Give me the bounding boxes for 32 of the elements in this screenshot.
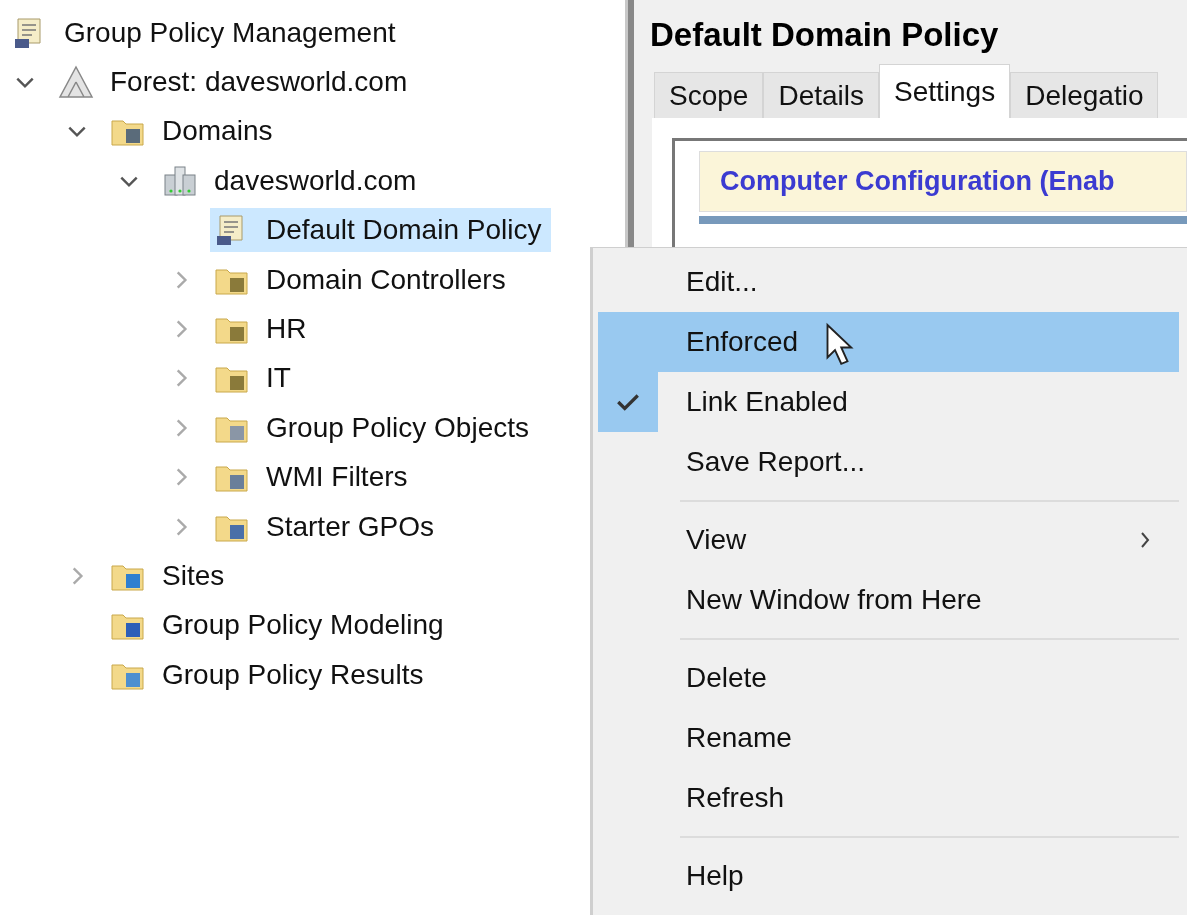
tree-item[interactable]: Starter GPOs (210, 504, 445, 549)
tab[interactable]: Details (763, 72, 879, 118)
triangle-icon (58, 64, 94, 101)
tree-item[interactable]: Group Policy Objects (210, 405, 539, 450)
menu-item[interactable]: Rename (598, 708, 1179, 768)
tree-item[interactable]: Domains (106, 109, 283, 154)
tree-item[interactable]: Forest: davesworld.com (54, 60, 418, 105)
menu-item[interactable]: Save Report... (598, 432, 1179, 492)
tree-item[interactable]: Default Domain Policy (210, 208, 552, 253)
menu-item[interactable]: Link Enabled (598, 372, 1179, 432)
details-title: Default Domain Policy (649, 16, 1000, 54)
mouse-pointer-icon (825, 322, 855, 368)
tab[interactable]: Delegatio (1010, 72, 1159, 118)
tree-item[interactable]: Group Policy Results (106, 652, 434, 697)
menu-item[interactable]: Refresh (598, 768, 1179, 828)
report-heading: Computer Configuration (Enab (699, 151, 1187, 212)
tab[interactable]: Scope (654, 72, 764, 118)
tab[interactable]: Settings (879, 64, 1011, 118)
tree-item[interactable]: Group Policy Management (8, 10, 406, 55)
menu-item[interactable]: Edit... (598, 252, 1179, 312)
menu-item[interactable]: Enforced (598, 312, 1179, 372)
tree-item[interactable]: Domain Controllers (210, 257, 516, 302)
tree-item[interactable]: HR (210, 307, 317, 352)
menu-item[interactable]: View (598, 510, 1179, 570)
menu-item[interactable]: New Window from Here (598, 570, 1179, 630)
menu-item[interactable]: Delete (598, 648, 1179, 708)
menu-item[interactable]: Help (598, 846, 1179, 906)
tree-item[interactable]: davesworld.com (158, 158, 427, 203)
tree-item[interactable]: IT (210, 356, 301, 401)
tree-item[interactable]: Group Policy Modeling (106, 603, 454, 648)
tree-item[interactable]: WMI Filters (210, 455, 418, 500)
tree-item[interactable]: Sites (106, 554, 235, 598)
